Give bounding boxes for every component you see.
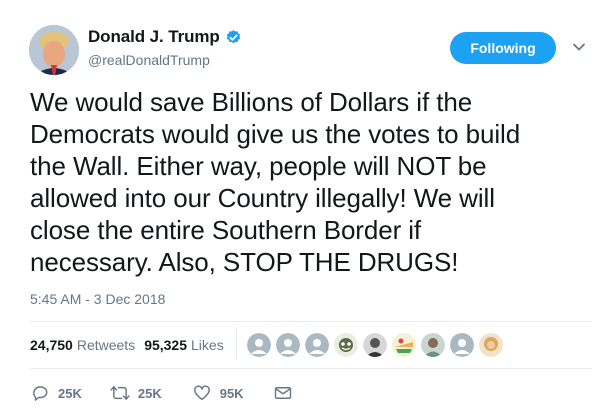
liker-avatar[interactable]	[450, 333, 474, 357]
tweet-text-line: We would save Billions of Dollars if the	[30, 87, 473, 117]
envelope-icon	[273, 383, 293, 403]
tweet-card: Donald J. Trump @realDonaldTrump Followi…	[0, 0, 611, 415]
author-name-row[interactable]: Donald J. Trump	[88, 27, 242, 47]
liker-avatar[interactable]	[479, 333, 503, 357]
retweets-label: Retweets	[76, 337, 136, 353]
tweet-stats: 24,750 Retweets 95,325 Likes	[30, 337, 233, 353]
tweet-text-line: necessary. Also, STOP THE DRUGS!	[30, 247, 459, 277]
liker-avatar[interactable]	[247, 333, 271, 357]
author-display-name[interactable]: Donald J. Trump	[88, 27, 220, 47]
tweet-text-line: Democrats would give us the votes to bui…	[30, 119, 521, 149]
tweet-text-line: the Wall. Either way, people will NOT be	[30, 151, 487, 181]
following-button[interactable]: Following	[450, 32, 556, 64]
like-count: 95K	[219, 385, 244, 401]
reply-icon	[30, 383, 50, 403]
retweet-count: 25K	[137, 385, 162, 401]
likes-count: 95,325	[144, 337, 188, 353]
retweets-count: 24,750	[30, 337, 73, 353]
retweet-icon	[110, 383, 130, 403]
divider	[30, 321, 592, 322]
tweet-text-line: close the entire Southern Border if	[30, 215, 422, 245]
tweet-actions: 25K 25K 95K	[30, 383, 293, 403]
retweet-button[interactable]: 25K	[110, 383, 162, 403]
likes-label: Likes	[191, 337, 224, 353]
heart-icon	[192, 383, 212, 403]
tweet-text: We would save Billions of Dollars if the…	[30, 86, 590, 278]
chevron-down-icon[interactable]	[572, 40, 586, 54]
liker-avatar[interactable]	[276, 333, 300, 357]
author-handle[interactable]: @realDonaldTrump	[88, 52, 210, 68]
liker-avatar[interactable]	[421, 333, 445, 357]
tweet-timestamp[interactable]: 5:45 AM - 3 Dec 2018	[30, 291, 165, 307]
reply-button[interactable]: 25K	[30, 383, 82, 403]
reply-count: 25K	[58, 385, 82, 401]
likes-stat[interactable]: 95,325 Likes	[144, 337, 224, 353]
divider	[30, 368, 592, 369]
verified-badge-icon	[225, 29, 242, 46]
liker-avatar[interactable]	[363, 333, 387, 357]
tweet-text-line: allowed into our Country illegally! We w…	[30, 183, 495, 213]
liker-avatar[interactable]	[305, 333, 329, 357]
like-button[interactable]: 95K	[192, 383, 244, 403]
liker-avatars	[247, 333, 508, 357]
direct-message-button[interactable]	[273, 383, 293, 403]
liker-avatar[interactable]	[334, 333, 358, 357]
liker-avatar[interactable]	[392, 333, 416, 357]
retweets-stat[interactable]: 24,750 Retweets	[30, 337, 135, 353]
author-avatar[interactable]	[29, 25, 79, 75]
stats-separator	[236, 327, 237, 360]
